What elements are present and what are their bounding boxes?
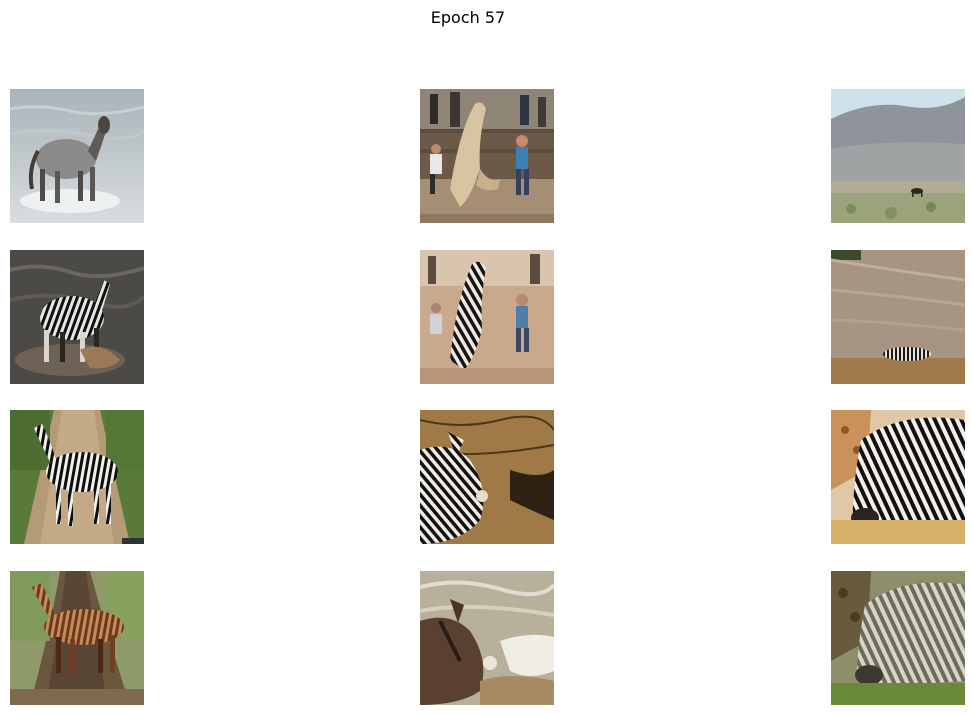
image-tile-horse-plain bbox=[831, 89, 965, 223]
image-tile-horsified-zebra-road bbox=[10, 571, 144, 705]
image-tile-horsified-zebra-closeup bbox=[831, 571, 965, 705]
image-tile-horsified-zebra-rolling bbox=[420, 571, 554, 705]
image-tile-rodeo-horse bbox=[420, 89, 554, 223]
image-tile-zebrafied-rodeo bbox=[420, 250, 554, 384]
image-tile-zebra-closeup bbox=[831, 410, 965, 544]
image-tile-zebrafied-horse-splashing bbox=[10, 250, 144, 384]
image-tile-zebra-rolling bbox=[420, 410, 554, 544]
image-tile-horse-splashing bbox=[10, 89, 144, 223]
image-tile-zebra-road bbox=[10, 410, 144, 544]
image-tile-zebrafied-plain bbox=[831, 250, 965, 384]
figure-title: Epoch 57 bbox=[430, 8, 506, 27]
